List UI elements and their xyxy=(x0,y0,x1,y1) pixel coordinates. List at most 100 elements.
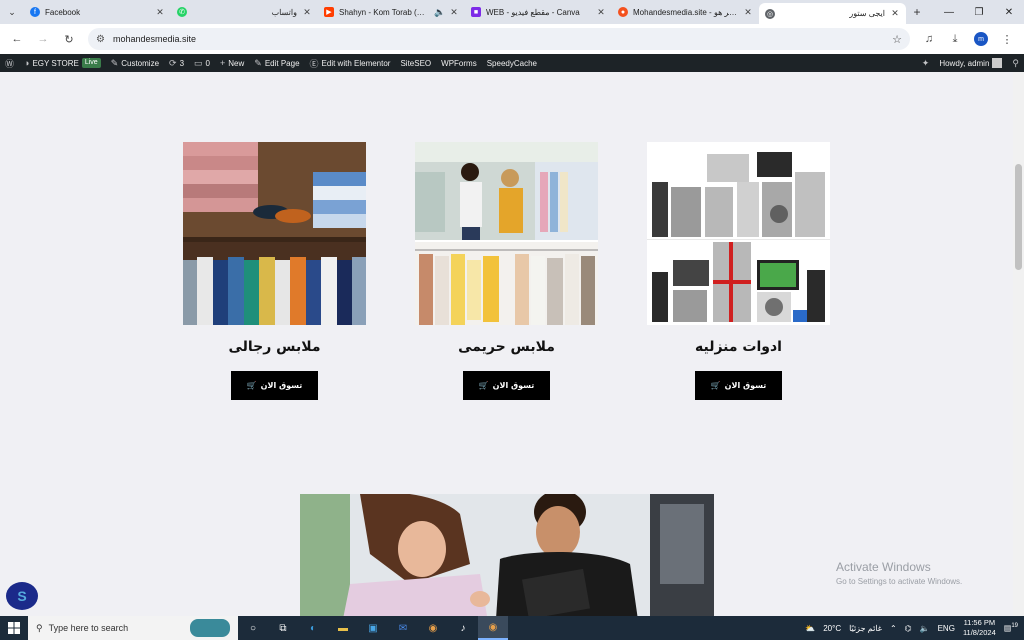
address-bar[interactable]: ⚙ mohandesmedia.site ☆ xyxy=(88,28,910,50)
category-card-men: ملابس رجالى 🛒 تسوق الان xyxy=(183,142,366,400)
restore-button[interactable]: ❐ xyxy=(964,7,994,18)
canva-icon: ■ xyxy=(471,7,481,17)
network-icon[interactable]: ⌬ xyxy=(905,624,912,633)
close-icon[interactable]: ✕ xyxy=(302,7,312,18)
pencil-icon: ✎ xyxy=(254,57,262,68)
tab-whatsapp[interactable]: ✆ واتساب ✕ xyxy=(171,0,318,24)
site-info-icon[interactable]: ⚙ xyxy=(96,34,105,45)
watermark-subtitle: Go to Settings to activate Windows. xyxy=(836,577,963,586)
updates-link[interactable]: ⟳ 3 xyxy=(164,54,189,72)
globe-icon: ◎ xyxy=(765,8,775,19)
profile-button[interactable]: m xyxy=(970,28,992,50)
avatar: m xyxy=(974,32,988,46)
minimize-button[interactable]: — xyxy=(934,7,964,18)
category-card-home: ادوات منزليه 🛒 تسوق الان xyxy=(647,142,830,400)
task-view-icon[interactable]: ⧉ xyxy=(268,616,298,640)
comments-link[interactable]: ▭ 0 xyxy=(189,54,215,72)
close-icon[interactable]: ✕ xyxy=(155,7,165,18)
downloads-icon[interactable]: ⤓ xyxy=(944,28,966,50)
forward-button[interactable]: → xyxy=(32,28,54,50)
chevron-up-icon[interactable]: ⌃ xyxy=(890,624,897,633)
shop-now-button[interactable]: 🛒 تسوق الان xyxy=(694,371,783,400)
tab-mohandesmedia[interactable]: ● Mohandesmedia.site - بوستر هو ✕ xyxy=(612,0,759,24)
search-icon[interactable]: ⚲ xyxy=(1007,54,1024,72)
tab-egy-store[interactable]: ◎ ايجى ستور ✕ xyxy=(759,3,906,24)
close-icon[interactable]: ✕ xyxy=(890,8,900,19)
howdy-text: Howdy, admin xyxy=(939,58,990,68)
comment-icon: ▭ xyxy=(194,57,203,68)
cart-icon: 🛒 xyxy=(246,381,257,390)
avatar xyxy=(992,58,1003,68)
windows-start-button[interactable] xyxy=(0,616,28,640)
siteseo-label: SiteSEO xyxy=(400,58,432,68)
category-title: ادوات منزليه xyxy=(695,339,782,355)
new-tab-button[interactable]: + xyxy=(906,5,928,19)
category-title: ملابس رجالى xyxy=(228,339,321,355)
search-highlight-icon xyxy=(190,619,230,637)
chrome-active-icon[interactable]: ◉ xyxy=(478,616,508,640)
edge-browser-icon[interactable]: ◐ xyxy=(298,616,328,640)
windows-logo-icon xyxy=(8,622,20,634)
speaker-icon[interactable]: 🔈 xyxy=(434,7,445,18)
account-menu[interactable]: Howdy, admin xyxy=(934,54,1007,72)
reload-button[interactable]: ↻ xyxy=(58,28,80,50)
floating-chat-button[interactable]: S xyxy=(6,582,38,610)
speedycache-link[interactable]: SpeedyCache xyxy=(482,54,542,72)
browser-tab-strip: ⌄ f Facebook ✕ ✆ واتساب ✕ ▶ Shahyn - Kom… xyxy=(0,0,1024,24)
shop-now-button[interactable]: 🛒 تسوق الان xyxy=(230,371,319,400)
category-title: ملابس حريمى xyxy=(458,339,555,355)
language-indicator[interactable]: ENG xyxy=(938,624,955,633)
windows-taskbar: ⚲ Type here to search ○ ⧉ ◐ ▬ ▣ ✉ ◉ ♪ ◉ … xyxy=(0,616,1024,640)
tab-search-dropdown[interactable]: ⌄ xyxy=(0,0,24,24)
window-close-button[interactable]: ✕ xyxy=(994,7,1024,18)
bookmark-star-icon[interactable]: ☆ xyxy=(892,33,902,46)
tab-facebook[interactable]: f Facebook ✕ xyxy=(24,0,171,24)
menu-kebab-icon[interactable]: ⋮ xyxy=(996,28,1018,50)
new-content-link[interactable]: + New xyxy=(215,54,249,72)
tab-canva[interactable]: ■ WEB - مقطع فيديو - Canva ✕ xyxy=(465,0,612,24)
site-name-link[interactable]: ◑ EGY STORE Live xyxy=(19,54,106,72)
siteseo-link[interactable]: SiteSEO xyxy=(395,54,436,72)
men-clothing-image[interactable] xyxy=(183,142,366,325)
clock[interactable]: 11:56 PM 11/8/2024 xyxy=(963,618,996,638)
site-name: EGY STORE xyxy=(32,58,79,68)
ai-sparkle-icon[interactable]: ✦ xyxy=(917,54,935,72)
close-icon[interactable]: ✕ xyxy=(449,7,459,18)
taskbar-search-input[interactable]: ⚲ Type here to search xyxy=(28,616,238,640)
wpforms-link[interactable]: WPForms xyxy=(436,54,482,72)
close-icon[interactable]: ✕ xyxy=(743,7,753,18)
cortana-icon[interactable]: ○ xyxy=(238,616,268,640)
chrome-icon[interactable]: ◉ xyxy=(418,616,448,640)
elementor-icon: Ⓔ xyxy=(309,58,319,69)
cart-icon: 🛒 xyxy=(710,381,721,390)
tab-youtube[interactable]: ▶ Shahyn - Kom Torab (Ward 🔈 ✕ xyxy=(318,0,465,24)
url-text: mohandesmedia.site xyxy=(112,34,197,44)
women-clothing-image[interactable] xyxy=(415,142,598,325)
dashboard-icon: ◑ xyxy=(24,58,30,68)
file-explorer-icon[interactable]: ▬ xyxy=(328,616,358,640)
edit-page-link[interactable]: ✎ Edit Page xyxy=(249,54,304,72)
scrollbar-thumb[interactable] xyxy=(1015,164,1022,270)
category-card-women: ملابس حريمى 🛒 تسوق الان xyxy=(415,142,598,400)
tab-label: Shahyn - Kom Torab (Ward xyxy=(339,7,429,17)
customize-link[interactable]: ✎ Customize xyxy=(106,54,164,72)
mail-icon[interactable]: ✉ xyxy=(388,616,418,640)
clock-date: 11/8/2024 xyxy=(962,628,996,637)
home-appliances-image[interactable] xyxy=(647,142,830,325)
search-placeholder: Type here to search xyxy=(48,623,129,633)
comments-count: 0 xyxy=(205,58,210,68)
elementor-link[interactable]: Ⓔ Edit with Elementor xyxy=(305,54,396,72)
volume-icon[interactable]: 🔈 xyxy=(920,624,930,633)
weather-icon: ⛅ xyxy=(805,623,816,633)
shop-now-button[interactable]: 🛒 تسوق الان xyxy=(462,371,551,400)
media-controls-icon[interactable]: ♫ xyxy=(918,28,940,50)
close-icon[interactable]: ✕ xyxy=(596,7,606,18)
tiktok-icon[interactable]: ♪ xyxy=(448,616,478,640)
wordpress-logo-icon[interactable]: Ⓦ xyxy=(0,54,19,72)
page-scrollbar[interactable] xyxy=(1013,72,1024,616)
facebook-icon: f xyxy=(30,7,40,17)
brush-icon: ✎ xyxy=(110,57,119,68)
store-icon[interactable]: ▣ xyxy=(358,616,388,640)
notifications-icon[interactable]: ▤19 xyxy=(1004,623,1018,633)
back-button[interactable]: ← xyxy=(6,28,28,50)
